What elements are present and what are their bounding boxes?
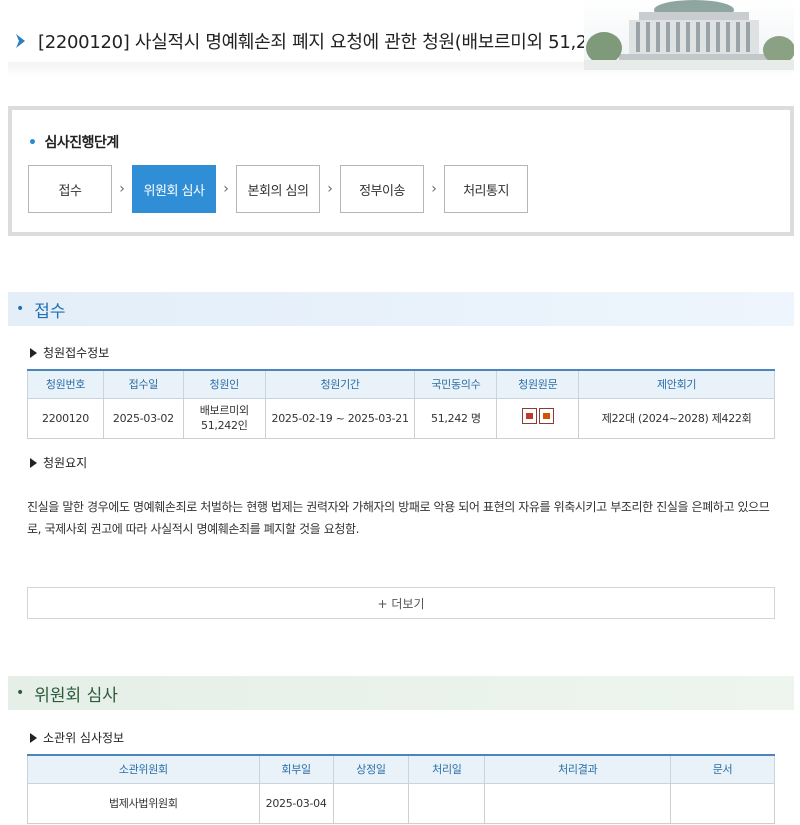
progress-steps: 접수 › 위원회 심사 › 본회의 심의 › 정부이송 › 처리통지 xyxy=(28,165,528,213)
progress-heading: • 심사진행단계 xyxy=(28,132,119,152)
bullet-icon: • xyxy=(28,135,37,151)
col-document: 문서 xyxy=(670,754,775,784)
petitioner-count: 51,242인 xyxy=(201,419,248,432)
progress-box: • 심사진행단계 접수 › 위원회 심사 › 본회의 심의 › 정부이송 › 처리… xyxy=(8,106,794,236)
col-session: 제안회기 xyxy=(578,369,775,399)
referral-date: 2025-03-04 xyxy=(258,782,334,824)
document xyxy=(670,782,775,824)
col-agree-count: 국민동의수 xyxy=(414,369,498,399)
col-submission-date: 상정일 xyxy=(332,754,410,784)
hwp-file-icon[interactable] xyxy=(521,408,537,424)
triangle-bullet-icon xyxy=(30,457,37,468)
col-period: 청원기간 xyxy=(264,369,416,399)
step-government-transfer: 정부이송 xyxy=(340,165,424,213)
step-notification: 처리통지 xyxy=(444,165,528,213)
pdf-file-icon[interactable] xyxy=(538,408,554,424)
committee-table: 소관위원회 회부일 상정일 처리일 처리결과 문서 법제사법위원회 2025-0… xyxy=(27,754,775,824)
section-committee-review: • 위원회 심사 xyxy=(8,676,794,710)
col-original-text: 청원원문 xyxy=(496,369,580,399)
reception-table: 청원번호 접수일 청원인 청원기간 국민동의수 청원원문 제안회기 220012… xyxy=(27,369,775,439)
committee-info-heading: 소관위 심사정보 xyxy=(30,729,124,746)
col-reception-date: 접수일 xyxy=(102,369,184,399)
col-processing-date: 처리일 xyxy=(408,754,486,784)
table-header-row: 청원번호 접수일 청원인 청원기간 국민동의수 청원원문 제안회기 xyxy=(27,369,775,399)
step-arrow-icon: › xyxy=(431,181,437,197)
reception-info-heading: 청원접수정보 xyxy=(30,344,109,361)
col-committee: 소관위원회 xyxy=(27,754,260,784)
petitioner: 배보르미외 51,242인 xyxy=(182,397,266,439)
progress-heading-label: 심사진행단계 xyxy=(44,135,119,151)
petition-summary: 진실을 말한 경우에도 명예훼손죄로 처벌하는 현행 법제는 권력자와 가해자의… xyxy=(27,500,770,536)
step-reception: 접수 xyxy=(28,165,112,213)
title-arrow-icon xyxy=(16,34,25,48)
col-petitioner: 청원인 xyxy=(182,369,266,399)
table-header-row: 소관위원회 회부일 상정일 처리일 처리결과 문서 xyxy=(27,754,775,784)
summary-heading: 청원요지 xyxy=(30,454,87,471)
triangle-bullet-icon xyxy=(30,732,37,743)
agree-count: 51,242 명 xyxy=(414,397,498,439)
col-petition-number: 청원번호 xyxy=(27,369,104,399)
summary-heading-label: 청원요지 xyxy=(43,456,88,470)
step-plenary: 본회의 심의 xyxy=(236,165,320,213)
col-result: 처리결과 xyxy=(484,754,672,784)
page-header: [2200120] 사실적시 명예훼손죄 폐지 요청에 관한 청원(배보르미외 … xyxy=(0,0,800,84)
bullet-icon: • xyxy=(16,685,25,701)
table-row: 법제사법위원회 2025-03-04 xyxy=(27,782,775,824)
bullet-icon: • xyxy=(16,301,25,317)
petition-period: 2025-02-19 ~ 2025-03-21 xyxy=(264,397,416,439)
title-wrap: [2200120] 사실적시 명예훼손죄 폐지 요청에 관한 청원(배보르미외 … xyxy=(14,28,633,54)
section-committee-title: 위원회 심사 xyxy=(34,685,118,706)
section-reception-title: 접수 xyxy=(34,301,66,322)
page-title: [2200120] 사실적시 명예훼손죄 폐지 요청에 관한 청원(배보르미외 … xyxy=(38,32,633,53)
step-arrow-icon: › xyxy=(327,181,333,197)
committee-name: 법제사법위원회 xyxy=(27,782,260,824)
processing-date xyxy=(408,782,486,824)
proposal-session: 제22대 (2024~2028) 제422회 xyxy=(578,397,775,439)
triangle-bullet-icon xyxy=(30,347,37,358)
petition-number: 2200120 xyxy=(27,397,104,439)
step-committee-review: 위원회 심사 xyxy=(132,165,216,213)
step-arrow-icon: › xyxy=(119,181,125,197)
section-reception: • 접수 xyxy=(8,292,794,326)
table-row: 2200120 2025-03-02 배보르미외 51,242인 2025-02… xyxy=(27,397,775,439)
petitioner-name: 배보르미외 xyxy=(199,404,249,417)
processing-result xyxy=(484,782,672,824)
submission-date xyxy=(332,782,410,824)
original-docs xyxy=(496,397,580,439)
national-assembly-building-image xyxy=(584,0,794,70)
col-referral-date: 회부일 xyxy=(258,754,334,784)
reception-date: 2025-03-02 xyxy=(102,397,184,439)
step-arrow-icon: › xyxy=(223,181,229,197)
more-button[interactable]: + 더보기 xyxy=(27,587,775,619)
committee-info-label: 소관위 심사정보 xyxy=(43,731,125,745)
reception-info-label: 청원접수정보 xyxy=(43,346,110,360)
